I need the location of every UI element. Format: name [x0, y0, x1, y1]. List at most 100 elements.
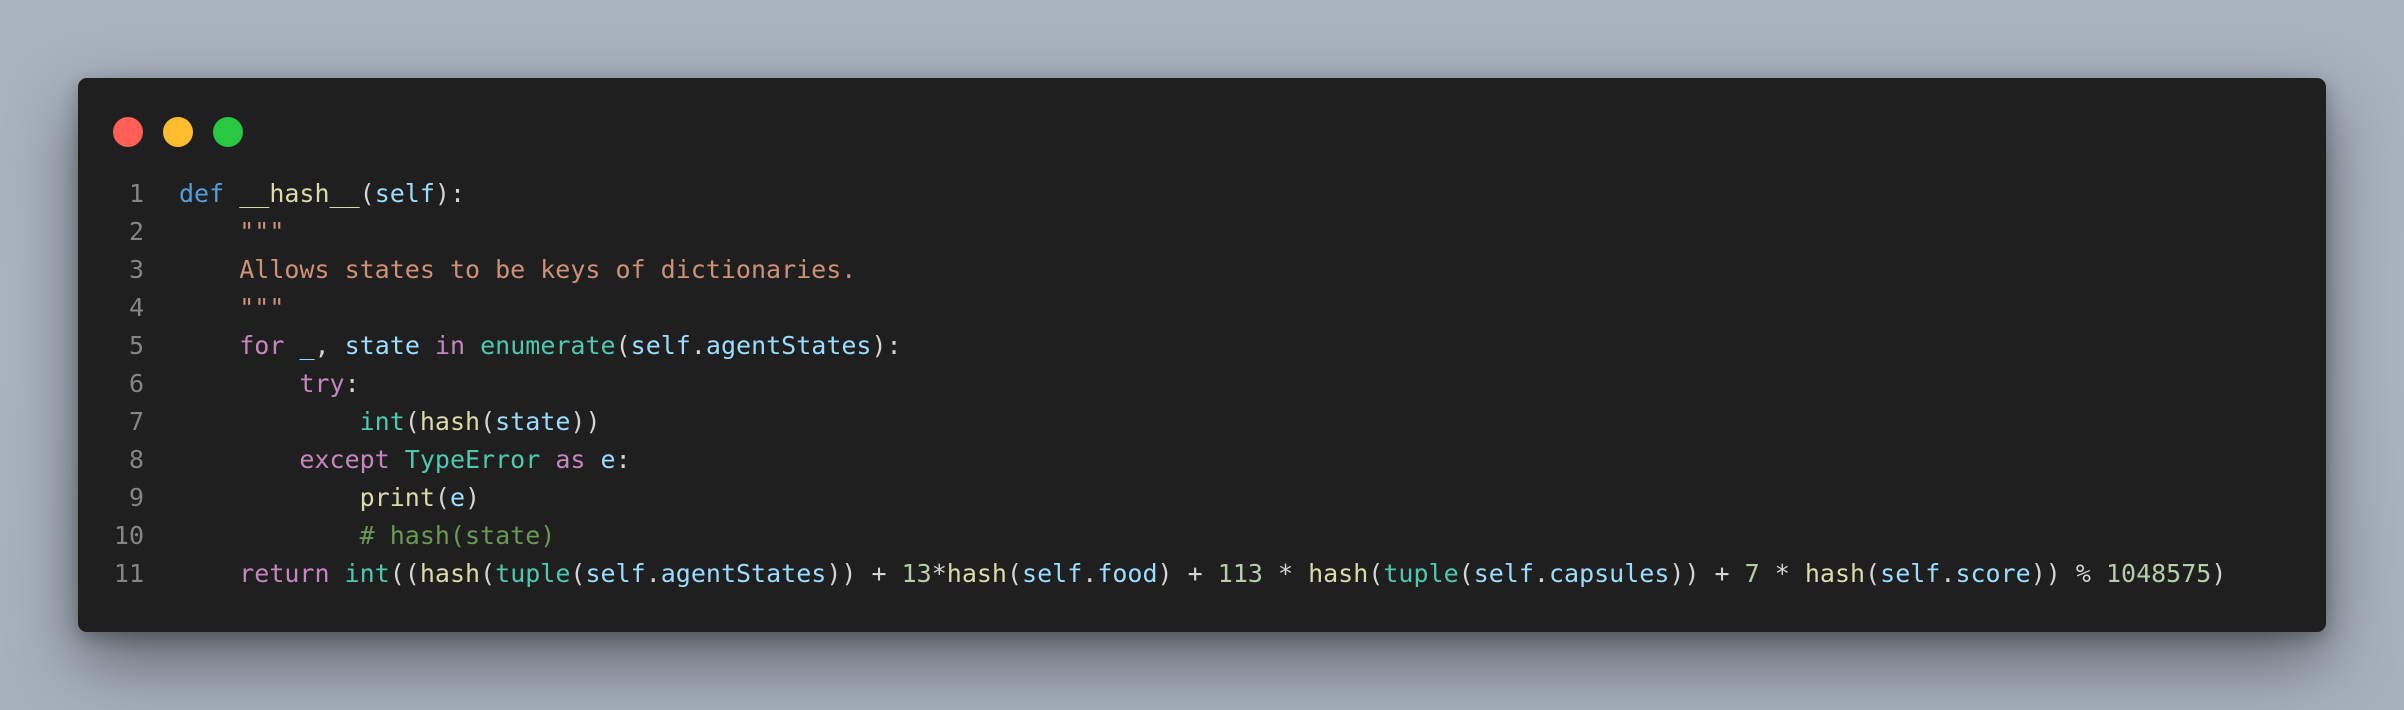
- code-text: int(hash(state)): [179, 403, 601, 441]
- code-token: ) +: [1157, 559, 1218, 588]
- code-token: (: [1006, 559, 1023, 588]
- code-token: enumerate: [480, 331, 616, 360]
- code-token: hash: [1308, 559, 1369, 588]
- code-token: :: [344, 369, 360, 398]
- code-token: try: [299, 369, 345, 398]
- code-token: (: [434, 483, 450, 512]
- code-token: 13: [901, 559, 932, 588]
- code-token: hash: [1804, 559, 1866, 588]
- line-number: 1: [128, 179, 144, 208]
- code-token: e: [600, 445, 616, 474]
- code-text: print(e): [179, 479, 480, 517]
- code-token: self: [1473, 559, 1534, 588]
- code-token: def: [179, 179, 225, 208]
- code-token: 113: [1217, 559, 1263, 588]
- code-text: try:: [179, 365, 360, 403]
- code-text: except TypeError as e:: [179, 441, 631, 479]
- code-token: # hash(state): [359, 521, 556, 550]
- line-number: 5: [128, 331, 144, 360]
- code-token: (: [359, 179, 375, 208]
- line-number: 9: [128, 483, 144, 512]
- code-token: as: [555, 445, 586, 474]
- code-token: (: [1368, 559, 1384, 588]
- code-token: (: [480, 559, 496, 588]
- code-token: *: [931, 559, 947, 588]
- line-number: 11: [113, 559, 144, 588]
- code-token: int: [344, 559, 390, 588]
- code-token: ):: [871, 331, 902, 360]
- code-token: *: [1759, 559, 1805, 588]
- code-token: tuple: [495, 559, 571, 588]
- code-token: ): [465, 483, 481, 512]
- minimize-button[interactable]: [163, 117, 193, 147]
- code-text: return int((hash(tuple(self.agentStates)…: [179, 555, 2226, 593]
- code-token: for: [239, 331, 285, 360]
- code-token: .: [1533, 559, 1549, 588]
- code-token: Allows states to be keys of dictionaries…: [239, 255, 857, 284]
- code-token: self: [374, 179, 435, 208]
- code-token: self: [1880, 559, 1941, 588]
- code-token: __hash__: [239, 179, 360, 208]
- code-token: ,: [314, 331, 345, 360]
- code-token: .: [1082, 559, 1098, 588]
- code-token: int: [359, 407, 405, 436]
- code-token: self: [630, 331, 691, 360]
- maximize-button[interactable]: [213, 117, 243, 147]
- line-number: 10: [113, 521, 144, 550]
- code-token: self: [1022, 559, 1083, 588]
- code-token: :: [615, 445, 631, 474]
- code-token: tuple: [1383, 559, 1459, 588]
- code-token: hash: [419, 559, 481, 588]
- code-token: (: [1865, 559, 1881, 588]
- code-token: (: [615, 331, 631, 360]
- code-token: except: [299, 445, 390, 474]
- code-token: .: [690, 331, 706, 360]
- code-text: def __hash__(self):: [179, 175, 465, 213]
- code-token: )): [570, 407, 601, 436]
- code-token: """: [239, 293, 285, 322]
- code-text: for _, state in enumerate(self.agentStat…: [179, 327, 902, 365]
- line-number: 7: [128, 407, 144, 436]
- line-number: 3: [128, 255, 144, 284]
- code-token: score: [1955, 559, 2031, 588]
- code-token: 1048575: [2105, 559, 2212, 588]
- code-token: """: [239, 217, 285, 246]
- code-token: in: [434, 331, 466, 360]
- code-token: .: [645, 559, 661, 588]
- code-token: agentStates: [660, 559, 827, 588]
- line-number: 4: [128, 293, 144, 322]
- code-token: state: [344, 331, 420, 360]
- code-token: )) +: [826, 559, 902, 588]
- code-token: )) %: [2030, 559, 2106, 588]
- line-number: 8: [128, 445, 144, 474]
- code-token: (: [404, 407, 420, 436]
- close-button[interactable]: [113, 117, 143, 147]
- code-token: capsules: [1548, 559, 1670, 588]
- line-number: 2: [128, 217, 144, 246]
- code-token: ): [2211, 559, 2227, 588]
- code-text: """: [179, 213, 284, 251]
- code-token: 7: [1744, 559, 1760, 588]
- code-token: return: [239, 559, 330, 588]
- code-token: )) +: [1669, 559, 1745, 588]
- code-token: (: [1458, 559, 1474, 588]
- code-token: print: [359, 483, 435, 512]
- code-token: food: [1097, 559, 1158, 588]
- code-text: Allows states to be keys of dictionaries…: [179, 251, 856, 289]
